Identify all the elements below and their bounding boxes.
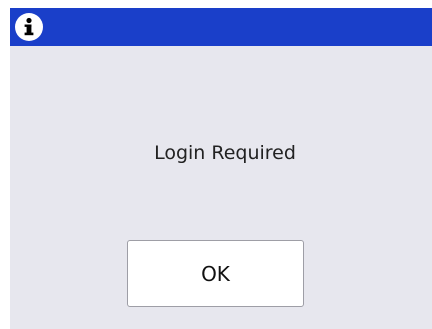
screen: Login Required OK [0, 0, 432, 329]
dialog-message: Login Required [154, 142, 296, 164]
dialog-title-bar [10, 8, 432, 46]
ok-button[interactable]: OK [127, 240, 304, 307]
info-icon [14, 12, 44, 42]
